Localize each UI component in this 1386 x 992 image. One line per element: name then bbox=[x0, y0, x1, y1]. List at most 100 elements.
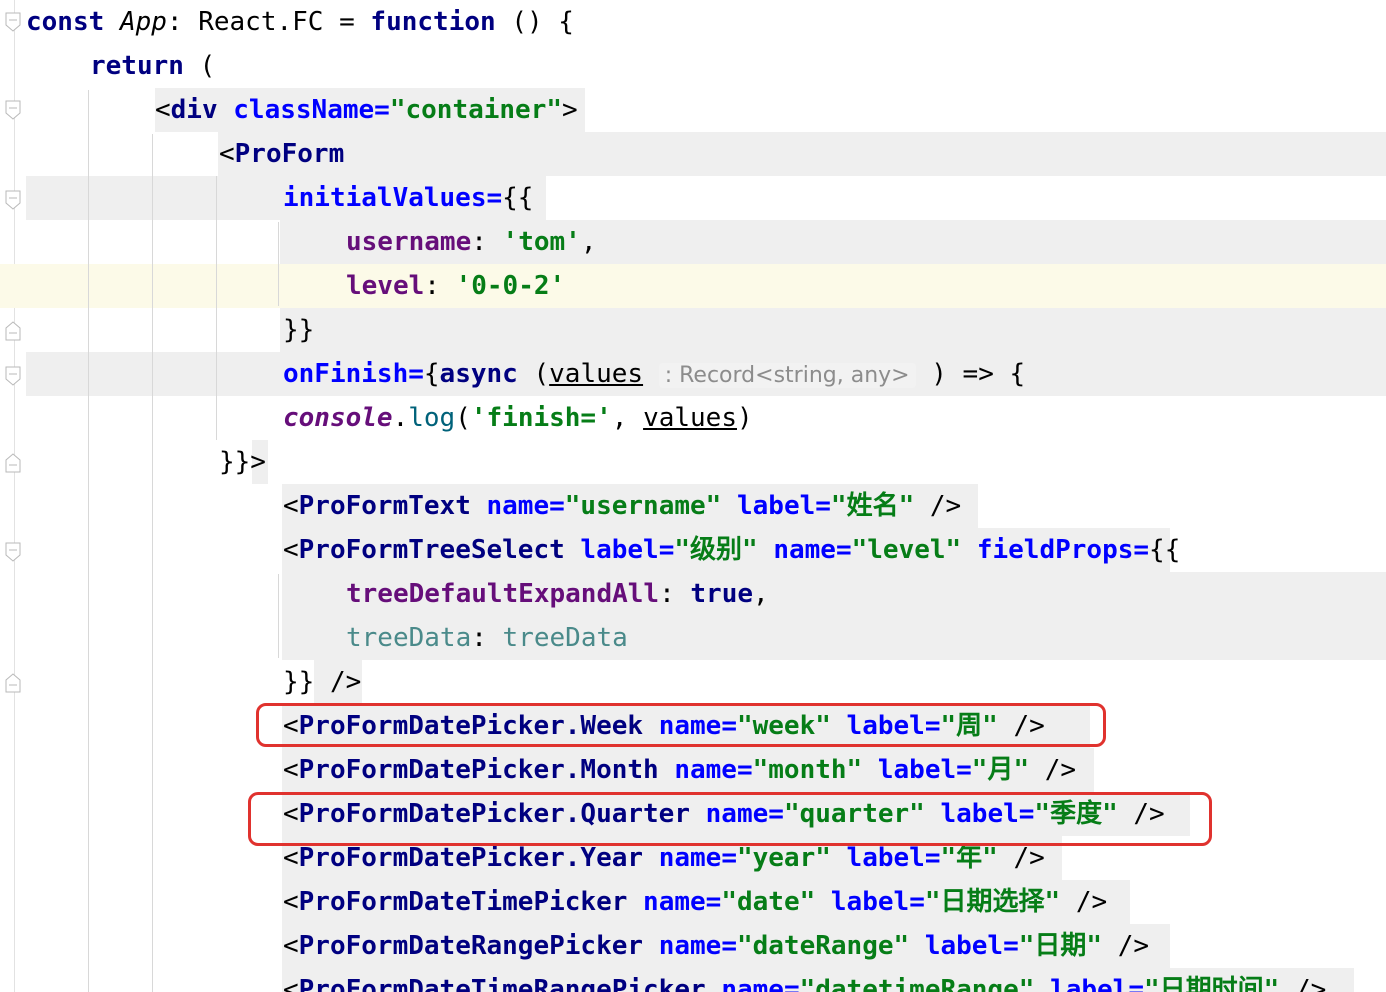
code-line[interactable]: level: '0-0-2' bbox=[346, 264, 565, 308]
type-annotation: React.FC bbox=[198, 7, 324, 37]
code-line[interactable]: console.log('finish=', values) bbox=[283, 396, 753, 440]
attr-name: name bbox=[773, 535, 836, 565]
attr-eq: = bbox=[408, 359, 424, 389]
tag-self-close: /> bbox=[1075, 887, 1108, 917]
attr-name: name bbox=[486, 491, 550, 521]
comma: , bbox=[753, 579, 769, 609]
attr-eq: = bbox=[835, 535, 852, 565]
tag-open: < bbox=[283, 535, 299, 565]
attr-name: name bbox=[674, 755, 737, 785]
object-key: username bbox=[346, 227, 472, 257]
attr-eq: = bbox=[1133, 535, 1150, 565]
tag-self-close: /> bbox=[1044, 755, 1077, 785]
fold-open-icon[interactable] bbox=[5, 542, 22, 563]
attr-name: label bbox=[846, 843, 925, 873]
attr-value: "month" bbox=[752, 755, 863, 785]
attr-value: "dateRange" bbox=[736, 931, 910, 961]
code-line[interactable]: treeData: treeData bbox=[346, 616, 628, 660]
tag-name: ProFormDateTimePicker bbox=[298, 887, 628, 917]
gutter-separator bbox=[14, 0, 15, 992]
tag-name: ProForm bbox=[234, 139, 345, 169]
code-line[interactable]: }} /> bbox=[283, 660, 361, 704]
identifier-value: treeData bbox=[502, 623, 628, 653]
attr-value: "年" bbox=[940, 843, 998, 873]
tag-close: > bbox=[562, 95, 578, 125]
colon: : bbox=[659, 579, 675, 609]
attr-eq: = bbox=[924, 843, 941, 873]
annotation-box-quarter bbox=[248, 792, 1212, 846]
object-key: level bbox=[346, 271, 425, 301]
fold-open-icon[interactable] bbox=[5, 12, 22, 33]
attr-eq: = bbox=[815, 491, 831, 521]
fold-close-icon[interactable] bbox=[5, 672, 22, 693]
object-key: treeDefaultExpandAll bbox=[346, 579, 660, 609]
code-line[interactable]: username: 'tom', bbox=[346, 220, 596, 264]
code-line[interactable]: <div className="container"> bbox=[155, 88, 578, 132]
fold-open-icon[interactable] bbox=[5, 190, 22, 211]
fold-close-icon[interactable] bbox=[5, 452, 22, 473]
code-line[interactable]: <ProFormTreeSelect label="级别" name="leve… bbox=[283, 528, 1180, 572]
console-object: console bbox=[283, 403, 393, 433]
code-line[interactable]: <ProFormDateTimePicker name="date" label… bbox=[283, 880, 1107, 924]
code-line[interactable]: <ProFormDateTimeRangePicker name="dateti… bbox=[283, 968, 1326, 992]
attr-value: "级别" bbox=[674, 535, 758, 565]
annotation-box-week bbox=[256, 703, 1106, 747]
attr-eq: = bbox=[549, 491, 565, 521]
indent-guide bbox=[152, 134, 153, 992]
code-line[interactable]: return ( bbox=[90, 44, 215, 88]
code-line[interactable]: }} bbox=[283, 308, 314, 352]
colon: : bbox=[471, 227, 487, 257]
code-line[interactable]: <ProFormDatePicker.Month name="month" la… bbox=[283, 748, 1076, 792]
code-line[interactable]: onFinish={async (values : Record<string,… bbox=[283, 352, 1025, 396]
tag-name: ProFormDatePicker.Year bbox=[298, 843, 644, 873]
code-line[interactable]: initialValues={{ bbox=[283, 176, 533, 220]
brace: {{ bbox=[502, 183, 534, 213]
attr-value: "日期时间" bbox=[1144, 975, 1280, 992]
object-key: treeData bbox=[346, 623, 472, 653]
indent-guide bbox=[278, 574, 279, 658]
colon: : bbox=[424, 271, 440, 301]
code-line[interactable]: <ProFormDateRangePicker name="dateRange"… bbox=[283, 924, 1149, 968]
paren: ) bbox=[736, 403, 753, 433]
boolean-value: true bbox=[690, 579, 754, 609]
dot: . bbox=[392, 403, 409, 433]
attr-value: "datetimeRange" bbox=[799, 975, 1035, 992]
code-line[interactable]: <ProFormText name="username" label="姓名" … bbox=[283, 484, 961, 528]
attr-value: "日期选择" bbox=[924, 887, 1061, 917]
type-hint: : Record<string, any> bbox=[658, 363, 916, 388]
block-highlight bbox=[280, 308, 1386, 352]
attr-name: fieldProps bbox=[976, 535, 1134, 565]
code-editor[interactable]: const App: React.FC = function () { retu… bbox=[0, 0, 1386, 992]
attr-name: label bbox=[830, 887, 910, 917]
attr-name: label bbox=[736, 491, 816, 521]
keyword-const: const bbox=[26, 7, 105, 37]
indent-guide bbox=[278, 222, 279, 306]
function-tail: () { bbox=[511, 7, 574, 37]
brace: { bbox=[423, 359, 440, 389]
tag-open: < bbox=[283, 975, 299, 992]
tag-open: < bbox=[155, 95, 171, 125]
fold-open-icon[interactable] bbox=[5, 366, 22, 387]
attr-eq: = bbox=[1128, 975, 1144, 992]
attr-name: name bbox=[658, 843, 722, 873]
attr-value: "姓名" bbox=[830, 491, 915, 521]
attr-name: name bbox=[643, 887, 706, 917]
code-line[interactable]: }}> bbox=[219, 440, 266, 484]
keyword-return: return bbox=[90, 51, 184, 81]
attr-eq: = bbox=[658, 535, 675, 565]
fold-close-icon[interactable] bbox=[5, 320, 22, 341]
tag-open: < bbox=[219, 139, 235, 169]
tag-name: ProFormDatePicker.Month bbox=[298, 755, 659, 785]
code-line[interactable]: treeDefaultExpandAll: true, bbox=[346, 572, 769, 616]
editor-gutter bbox=[0, 0, 24, 992]
tag-open: < bbox=[283, 491, 299, 521]
code-line[interactable]: const App: React.FC = function () { bbox=[26, 0, 574, 44]
arrow-tail: ) => { bbox=[931, 359, 1026, 389]
fold-open-icon[interactable] bbox=[5, 100, 22, 121]
tag-self-close: /> bbox=[1117, 931, 1150, 961]
component-name: App bbox=[119, 7, 167, 37]
block-highlight bbox=[218, 132, 1386, 176]
code-line[interactable]: <ProForm bbox=[219, 132, 344, 176]
paren: ( bbox=[199, 51, 216, 81]
tag-name: div bbox=[170, 95, 218, 125]
